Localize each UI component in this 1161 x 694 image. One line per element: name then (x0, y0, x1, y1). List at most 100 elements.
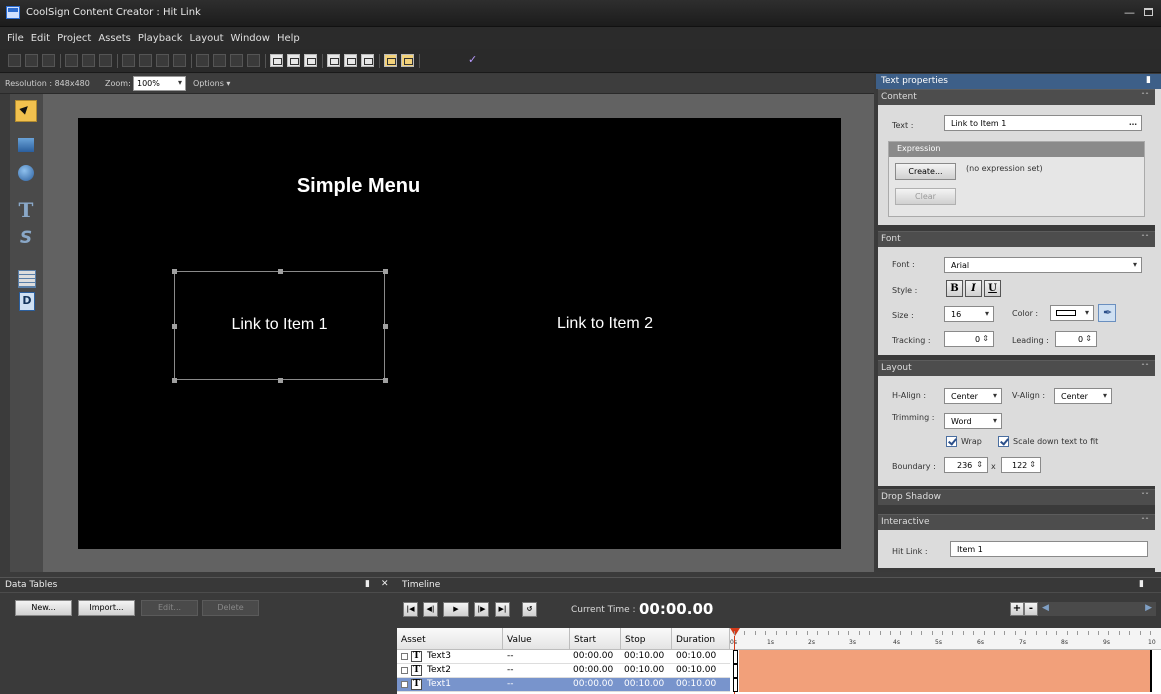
align-top-icon[interactable] (65, 54, 78, 67)
menu-help[interactable]: Help (277, 33, 300, 44)
resize-handle[interactable] (278, 378, 283, 383)
decrease-spacing-icon[interactable] (173, 54, 186, 67)
hitlink-field[interactable]: Item 1 (950, 541, 1148, 557)
pin-icon[interactable]: ▮ (365, 579, 370, 589)
menu-project[interactable]: Project (57, 33, 91, 44)
same-width-icon[interactable] (327, 54, 340, 67)
canvas-title-text[interactable]: Simple Menu (78, 175, 639, 198)
track-start-handle[interactable] (733, 650, 738, 664)
zoom-select[interactable]: 100% ▾ (133, 76, 186, 91)
italic-button[interactable]: I (965, 280, 982, 297)
content-section-header[interactable]: Content ˆˆ (878, 89, 1155, 105)
new-table-button[interactable]: New... (15, 600, 72, 616)
font-section-header[interactable]: Font ˆˆ (878, 231, 1155, 247)
distribute-spacing-icon[interactable] (139, 54, 152, 67)
track-start-handle[interactable] (733, 664, 738, 678)
center-page-icon[interactable] (287, 54, 300, 67)
select-tool-icon[interactable] (15, 100, 37, 122)
valign-select[interactable]: Center ▾ (1054, 388, 1112, 404)
table-row[interactable]: T Text3 -- 00:00.00 00:10.00 00:10.00 (397, 650, 730, 664)
distribute-horizontal-icon[interactable] (122, 54, 135, 67)
column-header-stop[interactable]: Stop (621, 628, 672, 650)
size-select[interactable]: 16 ▾ (944, 306, 994, 322)
canvas[interactable]: Simple Menu Link to Item 1 Link to Item … (78, 118, 841, 549)
pin-icon[interactable]: ▮ (1139, 579, 1144, 589)
boundary-width-spinner[interactable]: 236 ⇕ (944, 457, 988, 473)
column-header-start[interactable]: Start (570, 628, 621, 650)
create-expression-button[interactable]: Create... (895, 163, 956, 180)
loop-icon[interactable]: ↺ (522, 602, 537, 617)
link1-text[interactable]: Link to Item 1 (175, 316, 384, 334)
clear-expression-button[interactable]: Clear (895, 188, 956, 205)
eyedropper-icon[interactable]: ✒ (1098, 304, 1116, 322)
resize-handle[interactable] (172, 378, 177, 383)
increase-spacing-icon[interactable] (156, 54, 169, 67)
center-vertical-icon[interactable] (304, 54, 317, 67)
playhead[interactable] (730, 628, 740, 636)
data-table-tool-icon[interactable] (15, 267, 37, 289)
link1-selection-box[interactable]: Link to Item 1 (172, 269, 388, 383)
send-to-back-icon[interactable] (401, 54, 414, 67)
menu-window[interactable]: Window (231, 33, 270, 44)
timeline-scrollbar[interactable]: ◀ ▶ (1038, 602, 1156, 616)
same-height-icon[interactable] (344, 54, 357, 67)
bring-to-front-icon[interactable] (384, 54, 397, 67)
resize-handle[interactable] (383, 378, 388, 383)
track-bar[interactable] (739, 664, 1152, 678)
dynamic-content-tool-icon[interactable] (15, 290, 37, 312)
align-center-icon[interactable] (25, 54, 38, 67)
column-header-duration[interactable]: Duration (672, 628, 730, 650)
expand-icon[interactable] (401, 667, 408, 674)
underline-button[interactable]: U (984, 280, 1001, 297)
scroll-left-icon[interactable]: ◀ (1042, 603, 1049, 613)
drop-shadow-section-header[interactable]: Drop Shadow ˇˇ (878, 489, 1155, 505)
layout-section-header[interactable]: Layout ˆˆ (878, 360, 1155, 376)
track-bar[interactable] (739, 650, 1152, 664)
decrease-vspacing-icon[interactable] (247, 54, 260, 67)
color-picker[interactable]: ▾ (1050, 305, 1094, 321)
table-row[interactable]: T Text1 -- 00:00.00 00:10.00 00:10.00 (397, 678, 730, 692)
track-bar[interactable] (739, 678, 1152, 692)
vertical-spacing-icon[interactable] (213, 54, 226, 67)
step-back-icon[interactable]: ◀| (423, 602, 438, 617)
align-middle-icon[interactable] (82, 54, 95, 67)
import-table-button[interactable]: Import... (78, 600, 135, 616)
scroll-right-icon[interactable]: ▶ (1145, 603, 1152, 613)
interactive-section-header[interactable]: Interactive ˆˆ (878, 514, 1155, 530)
leading-spinner[interactable]: 0 ⇕ (1055, 331, 1097, 347)
go-to-start-icon[interactable]: |◀ (403, 602, 418, 617)
options-menu[interactable]: Options ▾ (193, 79, 230, 88)
spell-check-icon[interactable]: ✓ (468, 53, 477, 66)
text-field[interactable]: Link to Item 1 … (944, 115, 1142, 131)
same-size-icon[interactable] (361, 54, 374, 67)
step-forward-icon[interactable]: |▶ (474, 602, 489, 617)
menu-layout[interactable]: Layout (190, 33, 224, 44)
link2-text[interactable]: Link to Item 2 (505, 315, 705, 333)
scale-down-checkbox[interactable] (998, 436, 1009, 447)
timeline-track-area[interactable]: 0s 1s 2s 3s 4s 5s 6s 7s 8s 9s 10 (730, 628, 1161, 694)
edit-table-button[interactable]: Edit... (141, 600, 198, 616)
expand-icon[interactable] (401, 681, 408, 688)
center-horizontal-icon[interactable] (270, 54, 283, 67)
resize-handle[interactable] (383, 324, 388, 329)
play-icon[interactable]: ▶ (443, 602, 469, 617)
ellipsis-button[interactable]: … (1129, 118, 1137, 127)
rectangle-tool-icon[interactable] (15, 134, 37, 156)
ellipse-tool-icon[interactable] (15, 162, 37, 184)
zoom-out-icon[interactable]: - (1024, 602, 1038, 616)
pin-icon[interactable]: ▮ (1146, 75, 1151, 85)
minimize-button[interactable]: — (1124, 6, 1135, 19)
trimming-select[interactable]: Word ▾ (944, 413, 1002, 429)
close-icon[interactable]: ✕ (381, 579, 389, 589)
resize-handle[interactable] (172, 269, 177, 274)
halign-select[interactable]: Center ▾ (944, 388, 1002, 404)
track-start-handle[interactable] (733, 678, 738, 692)
resize-handle[interactable] (172, 324, 177, 329)
menu-playback[interactable]: Playback (138, 33, 183, 44)
increase-vspacing-icon[interactable] (230, 54, 243, 67)
boundary-height-spinner[interactable]: 122 ⇕ (1001, 457, 1041, 473)
properties-scrollbar[interactable] (1155, 89, 1161, 572)
delete-table-button[interactable]: Delete (202, 600, 259, 616)
scrolling-text-tool-icon[interactable]: S (15, 228, 37, 250)
bold-button[interactable]: B (946, 280, 963, 297)
